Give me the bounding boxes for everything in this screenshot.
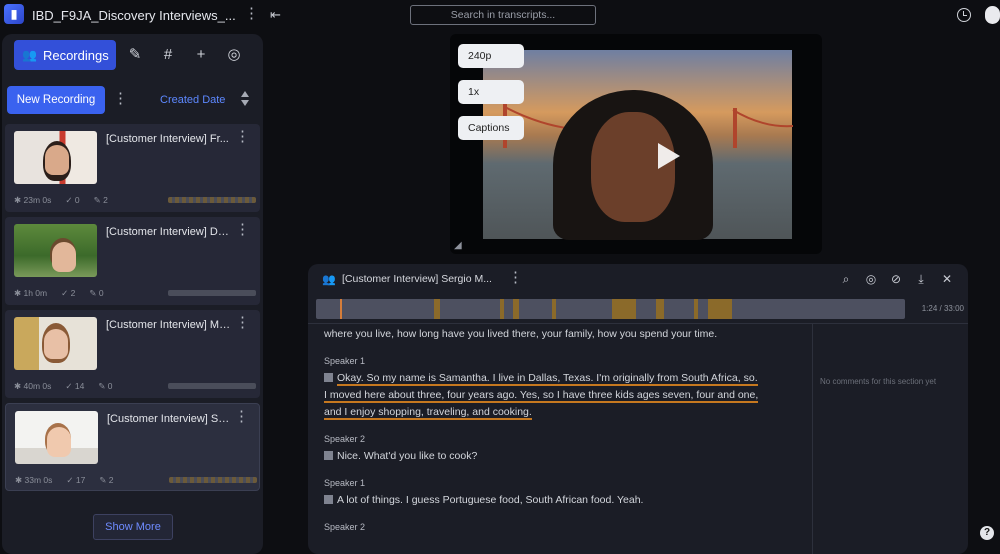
collapse-sidebar-icon[interactable]: ⇤ xyxy=(270,7,286,23)
recording-title: [Customer Interview] Da... xyxy=(106,226,231,238)
timestamp-icon xyxy=(324,495,333,504)
tab-recordings-label: Recordings xyxy=(42,47,109,63)
help-icon[interactable]: ? xyxy=(980,526,994,540)
download-icon[interactable]: ⤓ xyxy=(914,272,928,286)
new-recording-button[interactable]: New Recording xyxy=(7,86,105,114)
sidebar: 👥 Recordings ✎ # + ◎ New Recording ⋮ Cre… xyxy=(2,34,263,554)
speaker-label: Speaker 2 xyxy=(324,522,366,532)
duration-stat: ✱ 40m 0s xyxy=(14,381,52,391)
show-more-button[interactable]: Show More xyxy=(93,514,173,540)
quality-option[interactable]: 240p xyxy=(458,44,524,68)
video-player[interactable]: 240p 1x Captions ◢ xyxy=(450,34,822,254)
transcript-body[interactable]: where you live, how long have you lived … xyxy=(324,326,804,536)
play-icon[interactable] xyxy=(658,143,680,169)
app-logo-icon[interactable]: ▮ xyxy=(4,4,24,24)
video-frame xyxy=(483,50,793,240)
recording-menu-icon[interactable]: ⋮ xyxy=(234,409,249,424)
recording-thumbnail xyxy=(14,131,97,184)
recording-thumbnail xyxy=(14,224,97,277)
captions-option[interactable]: Captions xyxy=(458,116,524,140)
transcript-line[interactable]: Okay. So my name is Samantha. I live in … xyxy=(324,370,804,387)
transcript-line[interactable]: and I enjoy shopping, traveling, and coo… xyxy=(324,404,804,421)
highlighter-icon[interactable]: ✎ xyxy=(126,46,144,64)
new-recording-menu-icon[interactable]: ⋮ xyxy=(113,91,128,106)
comment-icon[interactable]: ◎ xyxy=(864,272,878,286)
chat-icon[interactable]: ◎ xyxy=(225,46,243,64)
project-title[interactable]: IBD_F9JA_Discovery Interviews_... xyxy=(32,8,242,23)
transcript-timeline[interactable] xyxy=(316,299,905,319)
transcript-line[interactable]: Nice. What'd you like to cook? xyxy=(324,448,804,465)
tags-stat: ✎ 2 xyxy=(99,475,114,485)
transcript-title: [Customer Interview] Sergio M... xyxy=(342,273,492,285)
recording-card-selected[interactable]: [Customer Interview] Se... ⋮ ✱ 33m 0s ✓ … xyxy=(5,403,260,491)
speaker-label: Speaker 2 xyxy=(324,434,366,444)
tab-recordings[interactable]: 👥 Recordings xyxy=(14,40,116,70)
recording-stats: ✱ 1h 0m ✓ 2 ✎ 0 xyxy=(14,288,104,299)
recording-thumbnail xyxy=(14,317,97,370)
comments-placeholder: No comments for this section yet xyxy=(820,377,937,386)
highlights-stat: ✓ 14 xyxy=(65,381,85,391)
recording-menu-icon[interactable]: ⋮ xyxy=(235,129,250,144)
transcript-line[interactable]: I moved here about three, four years ago… xyxy=(324,387,804,404)
recording-stats: ✱ 23m 0s ✓ 0 ✎ 2 xyxy=(14,195,108,206)
playhead[interactable] xyxy=(340,299,342,319)
recording-menu-icon[interactable]: ⋮ xyxy=(235,315,250,330)
timeline-time: 1:24 / 33:00 xyxy=(921,304,964,313)
speaker-label: Speaker 1 xyxy=(324,478,366,488)
recording-timeline-bar xyxy=(168,197,256,203)
speaker-label: Speaker 1 xyxy=(324,356,366,366)
speaker-video-person xyxy=(553,90,713,240)
duration-stat: ✱ 1h 0m xyxy=(14,288,48,298)
close-icon[interactable]: ✕ xyxy=(940,272,954,286)
transcript-search-input[interactable]: Search in transcripts... xyxy=(410,5,596,25)
recording-title: [Customer Interview] Ma... xyxy=(106,319,231,331)
sort-by-created-date[interactable]: Created Date xyxy=(160,94,225,106)
recording-thumbnail xyxy=(15,411,98,464)
sort-order-icon[interactable] xyxy=(240,89,250,109)
timestamp-icon xyxy=(324,451,333,460)
tags-stat: ✎ 2 xyxy=(93,195,108,205)
top-bar: ▮ IBD_F9JA_Discovery Interviews_... ⋮ ⇤ … xyxy=(0,0,1000,32)
transcript-panel: 👥 [Customer Interview] Sergio M... ⋮ ⌕ ◎… xyxy=(308,264,968,554)
tags-stat: ✎ 0 xyxy=(89,288,104,298)
transcript-line[interactable]: where you live, how long have you lived … xyxy=(324,326,804,343)
highlights-stat: ✓ 2 xyxy=(61,288,76,298)
recording-timeline-bar xyxy=(169,477,257,483)
avatar[interactable] xyxy=(985,6,1000,24)
people-icon: 👥 xyxy=(322,274,336,286)
duration-stat: ✱ 33m 0s xyxy=(15,475,53,485)
recording-stats: ✱ 40m 0s ✓ 14 ✎ 0 xyxy=(14,381,113,392)
recording-stats: ✱ 33m 0s ✓ 17 ✎ 2 xyxy=(15,475,114,486)
recording-card[interactable]: [Customer Interview] Fr... ⋮ ✱ 23m 0s ✓ … xyxy=(5,124,260,212)
transcript-menu-icon[interactable]: ⋮ xyxy=(508,270,523,285)
search-icon[interactable]: ⌕ xyxy=(839,272,853,286)
highlights-stat: ✓ 17 xyxy=(66,475,86,485)
recording-timeline-bar xyxy=(168,383,256,389)
speed-option[interactable]: 1x xyxy=(458,80,524,104)
transcript-header: 👥 [Customer Interview] Sergio M... ⋮ ⌕ ◎… xyxy=(308,264,968,294)
recording-card[interactable]: [Customer Interview] Ma... ⋮ ✱ 40m 0s ✓ … xyxy=(5,310,260,398)
people-icon: 👥 xyxy=(22,48,37,62)
history-icon[interactable] xyxy=(957,8,971,22)
timestamp-icon xyxy=(324,373,333,382)
hashtag-icon[interactable]: # xyxy=(159,46,177,64)
highlights-stat: ✓ 0 xyxy=(65,195,80,205)
hide-icon[interactable]: ⊘ xyxy=(889,272,903,286)
tags-stat: ✎ 0 xyxy=(98,381,113,391)
recording-timeline-bar xyxy=(168,290,256,296)
resize-handle-icon[interactable]: ◢ xyxy=(454,240,462,251)
duration-stat: ✱ 23m 0s xyxy=(14,195,52,205)
recording-title: [Customer Interview] Se... xyxy=(107,413,232,425)
recordings-list: [Customer Interview] Fr... ⋮ ✱ 23m 0s ✓ … xyxy=(5,124,260,496)
plus-icon[interactable]: + xyxy=(192,46,210,64)
project-menu-icon[interactable]: ⋮ xyxy=(244,6,259,21)
recording-title: [Customer Interview] Fr... xyxy=(106,133,229,145)
recording-card[interactable]: [Customer Interview] Da... ⋮ ✱ 1h 0m ✓ 2… xyxy=(5,217,260,305)
transcript-line[interactable]: A lot of things. I guess Portuguese food… xyxy=(324,492,804,509)
recording-menu-icon[interactable]: ⋮ xyxy=(235,222,250,237)
